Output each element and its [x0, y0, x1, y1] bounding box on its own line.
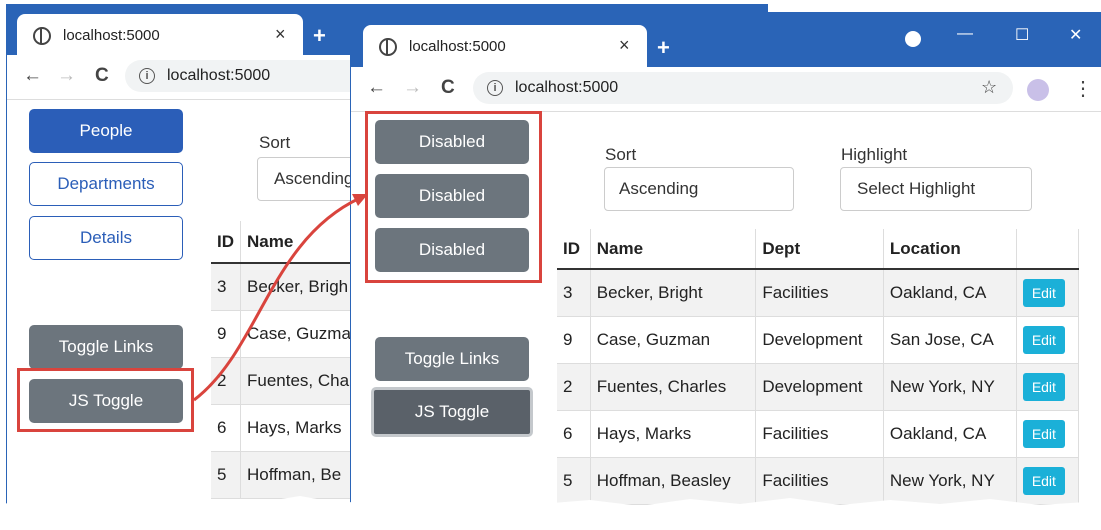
cell-id: 6: [557, 410, 591, 458]
sort-label: Sort: [259, 133, 291, 152]
extension-icon[interactable]: [1027, 79, 1049, 101]
details-button[interactable]: Details: [29, 216, 183, 260]
cell-dept: Development: [755, 316, 884, 364]
cell-id: 9: [557, 316, 591, 364]
cell-name: Becker, Bright: [590, 269, 757, 317]
tab-close-icon[interactable]: ×: [275, 24, 286, 45]
table-row: 6 Hays, Marks Facilities Oakland, CA Edi…: [557, 410, 1080, 458]
globe-icon: [33, 27, 51, 45]
info-icon[interactable]: i: [139, 68, 155, 84]
cell-dept: Facilities: [755, 269, 884, 317]
cell-location: San Jose, CA: [883, 316, 1017, 364]
edit-button[interactable]: Edit: [1022, 325, 1065, 354]
info-icon[interactable]: i: [487, 80, 503, 96]
torn-edge-decoration: [0, 496, 1101, 530]
cell-actions: Edit: [1016, 363, 1080, 411]
reload-icon[interactable]: C: [95, 65, 109, 87]
highlight-select[interactable]: Select Highlight: [840, 167, 1032, 211]
reload-icon[interactable]: C: [441, 77, 455, 99]
browser-toolbar: ← → C i localhost:5000 ☆ ⋮: [351, 67, 1101, 112]
tab-title: localhost:5000: [63, 27, 160, 44]
cell-id: 2: [211, 357, 241, 405]
cell-dept: Facilities: [755, 410, 884, 458]
column-header-dept: Dept: [755, 229, 884, 270]
browser-tab[interactable]: localhost:5000 ×: [17, 14, 303, 55]
column-header-location: Location: [883, 229, 1017, 270]
edit-button[interactable]: Edit: [1022, 419, 1065, 448]
column-header-actions: [1016, 229, 1080, 270]
browser-tab[interactable]: localhost:5000 ×: [363, 25, 647, 67]
cell-name: Case, Guzman: [590, 316, 757, 364]
cell-id: 3: [557, 269, 591, 317]
cell-location: New York, NY: [883, 363, 1017, 411]
people-button[interactable]: People: [29, 109, 183, 153]
profile-dropdown-icon[interactable]: [905, 31, 921, 47]
forward-icon[interactable]: →: [403, 77, 422, 99]
column-header-name: Name: [590, 229, 757, 270]
js-toggle-highlight-box: [17, 368, 194, 432]
cell-id: 3: [211, 263, 241, 311]
close-window-icon[interactable]: ✕: [1069, 25, 1082, 45]
tab-title: localhost:5000: [409, 38, 506, 55]
url-text: localhost:5000: [167, 67, 271, 84]
tab-strip: localhost:5000 × + — ☐ ✕: [351, 13, 1101, 67]
url-text: localhost:5000: [515, 79, 619, 96]
cell-name: Fuentes, Charles: [590, 363, 757, 411]
column-header-id: ID: [557, 229, 591, 270]
table-row: 3 Becker, Bright Facilities Oakland, CA …: [557, 269, 1080, 317]
column-header-id: ID: [211, 221, 241, 264]
globe-icon: [379, 38, 397, 56]
cell-id: 2: [557, 363, 591, 411]
address-bar[interactable]: i localhost:5000 ☆: [473, 72, 1013, 104]
cell-id: 9: [211, 310, 241, 358]
edit-button[interactable]: Edit: [1022, 372, 1065, 401]
disabled-buttons-highlight-box: [365, 111, 542, 283]
forward-icon[interactable]: →: [57, 65, 76, 87]
edit-button[interactable]: Edit: [1022, 278, 1065, 307]
cell-location: Oakland, CA: [883, 410, 1017, 458]
sort-select-value: Ascending: [619, 179, 699, 198]
highlight-label: Highlight: [841, 145, 908, 164]
cell-dept: Development: [755, 363, 884, 411]
people-table: ID Name Dept Location 3 Becker, Bright F…: [557, 229, 1080, 505]
back-icon[interactable]: ←: [23, 65, 42, 87]
departments-button[interactable]: Departments: [29, 162, 183, 206]
table-row: 9 Case, Guzman Development San Jose, CA …: [557, 316, 1080, 364]
new-tab-icon[interactable]: +: [657, 35, 670, 61]
cell-actions: Edit: [1016, 410, 1080, 458]
sort-select[interactable]: Ascending: [604, 167, 794, 211]
sort-select-value: Ascending: [274, 169, 354, 188]
maximize-icon[interactable]: ☐: [1015, 25, 1029, 45]
menu-icon[interactable]: ⋮: [1073, 76, 1093, 101]
new-tab-icon[interactable]: +: [313, 23, 326, 49]
tab-close-icon[interactable]: ×: [619, 35, 630, 56]
toggle-links-button[interactable]: Toggle Links: [375, 337, 529, 381]
back-icon[interactable]: ←: [367, 77, 386, 99]
cell-id: 6: [211, 404, 241, 452]
sort-label: Sort: [605, 145, 637, 164]
cell-actions: Edit: [1016, 269, 1080, 317]
bookmark-star-icon[interactable]: ☆: [981, 77, 997, 98]
cell-actions: Edit: [1016, 316, 1080, 364]
highlight-select-value: Select Highlight: [857, 179, 976, 198]
table-row: 2 Fuentes, Charles Development New York,…: [557, 363, 1080, 411]
minimize-icon[interactable]: —: [957, 25, 973, 43]
cell-location: Oakland, CA: [883, 269, 1017, 317]
toggle-links-button[interactable]: Toggle Links: [29, 325, 183, 369]
cell-name: Hays, Marks: [590, 410, 757, 458]
js-toggle-button[interactable]: JS Toggle: [371, 387, 533, 437]
